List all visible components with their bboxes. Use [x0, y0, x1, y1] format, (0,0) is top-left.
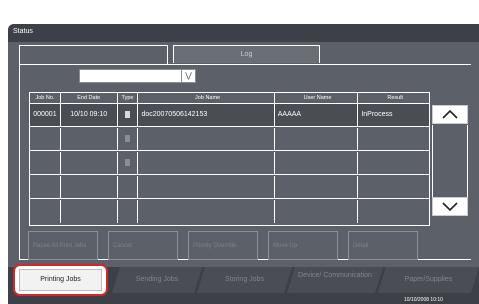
scroll-down-button[interactable]	[432, 197, 468, 216]
job-name-cell	[138, 200, 275, 223]
document-icon	[124, 134, 130, 142]
job-no-cell	[30, 200, 61, 223]
detail-button[interactable]: Detail	[348, 231, 418, 260]
user-name-cell: AAAAA	[275, 104, 359, 126]
window-title: Status	[8, 24, 479, 42]
chevron-down-icon[interactable]: ⋁	[181, 70, 195, 82]
user-name-cell	[275, 200, 359, 223]
end-date-cell	[61, 128, 118, 150]
table-row[interactable]	[30, 128, 429, 151]
table-row[interactable]: 000001 10/10 09:10 doc20070506142153 AAA…	[30, 104, 429, 127]
end-date-cell: 10/10 09:10	[61, 104, 118, 126]
job-no-cell	[30, 128, 61, 150]
result-cell	[358, 152, 429, 174]
job-name-cell	[138, 152, 275, 174]
type-cell	[118, 104, 139, 126]
result-cell	[358, 128, 429, 150]
tab-printing-jobs-label: Printing Jobs	[19, 269, 102, 291]
job-no-cell	[30, 152, 61, 174]
end-date-cell	[61, 176, 118, 198]
column-header: Type	[118, 93, 139, 103]
table-row[interactable]	[30, 176, 429, 199]
priority-override-button[interactable]: Priority Override	[188, 231, 258, 260]
tab-printing-jobs[interactable]: Printing Jobs	[13, 264, 108, 296]
table-row[interactable]	[30, 200, 429, 223]
result-cell: InProcess	[361, 111, 393, 118]
end-date-cell	[61, 152, 118, 174]
end-date-cell	[61, 200, 118, 223]
job-no-cell: 000001	[30, 104, 61, 126]
status-datetime: 10/10/2008 10:10	[404, 297, 443, 303]
pause-all-print-jobs-button[interactable]: Pause All Print Jobs	[28, 231, 98, 260]
result-cell	[358, 176, 429, 198]
column-header: User Name	[275, 93, 359, 103]
user-name-cell	[275, 152, 359, 174]
job-name-cell	[138, 176, 275, 198]
move-up-button[interactable]: Move Up	[268, 231, 338, 260]
tab-paper-supplies[interactable]: Paper/Supplies	[378, 267, 479, 293]
job-filter-select[interactable]: ⋁	[79, 69, 196, 83]
table-header: Job No. End Date Type Job Name User Name…	[30, 93, 429, 104]
type-cell	[118, 200, 139, 223]
table-row[interactable]	[30, 152, 429, 175]
column-header: End Date	[61, 93, 118, 103]
chevron-up-icon	[442, 109, 458, 119]
type-cell	[118, 128, 139, 150]
job-table: Job No. End Date Type Job Name User Name…	[29, 92, 430, 226]
cancel-button[interactable]: Cancel	[108, 231, 178, 260]
scroll-track[interactable]	[432, 125, 468, 197]
column-header: Job Name	[138, 93, 275, 103]
tab-log[interactable]: Log	[173, 45, 320, 63]
user-name-cell	[275, 128, 359, 150]
chevron-down-icon	[442, 202, 458, 212]
tab-status[interactable]	[19, 45, 168, 65]
job-no-cell	[30, 176, 61, 198]
user-name-cell	[275, 176, 359, 198]
type-cell	[118, 176, 139, 198]
column-header: Result	[387, 95, 403, 101]
document-icon	[124, 110, 130, 118]
tab-sending-jobs[interactable]: Sending Jobs	[112, 267, 202, 293]
type-cell	[118, 152, 139, 174]
result-cell	[358, 200, 429, 223]
scroll-up-button[interactable]	[432, 105, 468, 124]
job-name-cell	[138, 128, 275, 150]
tab-device-communication[interactable]: Device/ Communication	[287, 267, 383, 293]
column-header: Job No.	[30, 93, 61, 103]
job-name-cell: doc20070506142153	[138, 104, 275, 126]
document-icon	[124, 158, 130, 166]
tab-storing-jobs[interactable]: Storing Jobs	[197, 267, 292, 293]
